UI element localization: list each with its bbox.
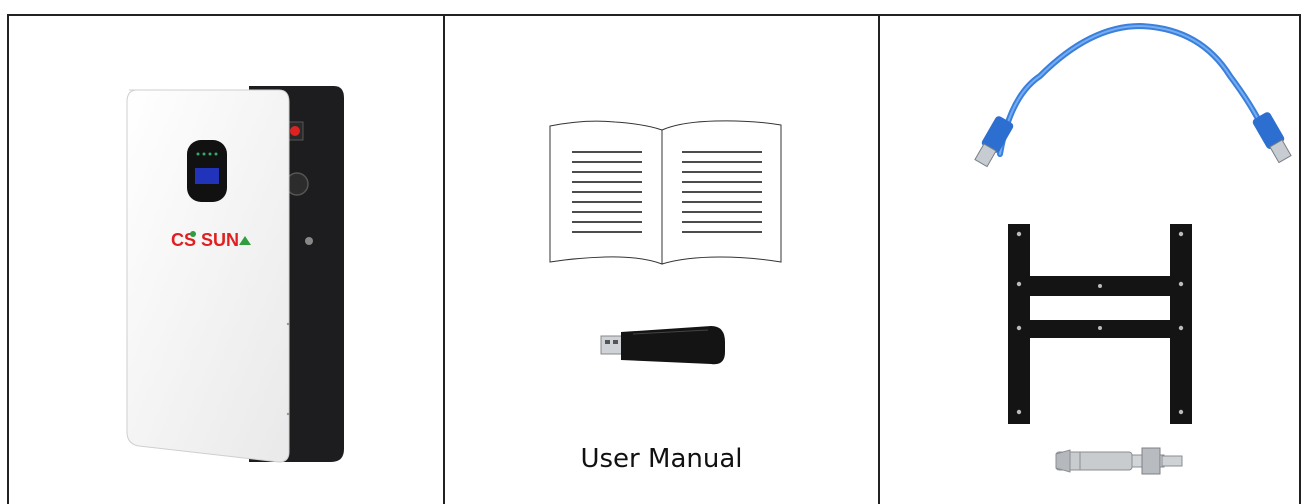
usb-cable-icon bbox=[974, 22, 1292, 168]
cell-battery: CS SUN bbox=[9, 16, 443, 504]
battery-image: CS SUN bbox=[126, 86, 344, 463]
mounting-bracket-icon bbox=[1008, 224, 1192, 424]
brand-logo: CS SUN bbox=[171, 230, 251, 250]
package-contents-table: CS SUN User Manual bbox=[7, 14, 1301, 504]
svg-text:CS SUN: CS SUN bbox=[171, 230, 239, 250]
usb-dongle-icon bbox=[600, 326, 725, 365]
open-book-icon bbox=[549, 120, 782, 265]
user-manual-caption: User Manual bbox=[580, 444, 743, 474]
cell-accessories bbox=[880, 16, 1303, 504]
anchor-bolt-icon bbox=[1055, 447, 1183, 475]
cell-user-manual: User Manual bbox=[445, 16, 878, 504]
